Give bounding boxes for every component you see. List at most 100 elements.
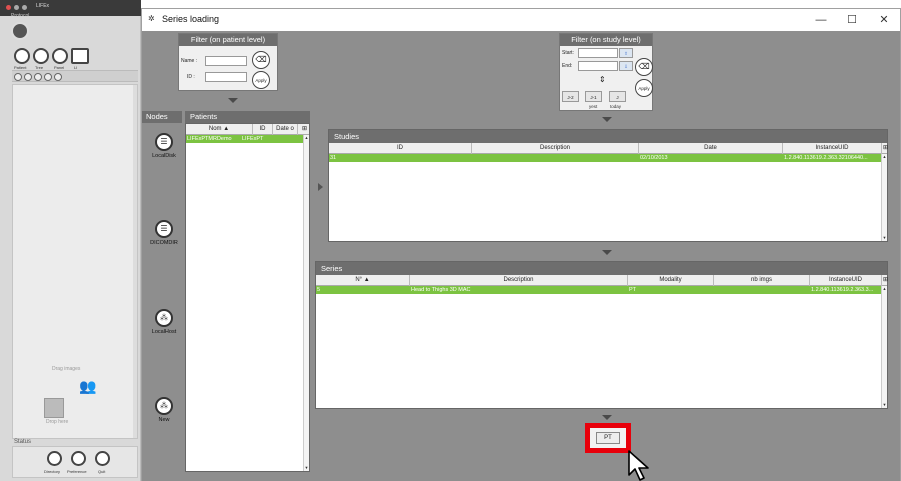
window-titlebar[interactable]: ✲ Series loading — ☐ ✕ xyxy=(142,9,900,31)
column-options-icon[interactable]: ⊞ xyxy=(298,124,311,135)
patient-date-cell xyxy=(273,135,298,143)
drop-target[interactable] xyxy=(44,398,64,418)
series-description-cell: Head to Thighs 3D MAC xyxy=(411,287,471,293)
eraser-study-button[interactable]: ⌫ xyxy=(635,58,653,76)
column-header-id[interactable]: ID xyxy=(253,124,273,135)
drag-images-label: Drag images xyxy=(52,366,81,372)
column-options-icon[interactable]: ⊞ xyxy=(882,275,889,286)
arrow-right-icon xyxy=(318,183,323,191)
patient-tool-icon[interactable] xyxy=(14,48,30,64)
patient-name-cell: LIFExPTMRDemo xyxy=(187,136,232,142)
node-label: LocalDisk xyxy=(152,153,176,159)
pt-modality-button[interactable]: PT xyxy=(596,432,620,444)
mini-tool-icon[interactable] xyxy=(44,73,52,81)
series-loading-window: ✲ Series loading — ☐ ✕ Filter (on patien… xyxy=(141,8,901,481)
arrow-down-icon xyxy=(228,98,238,103)
background-app: LIFEx Protocol Patient Tree Panel LI Dra… xyxy=(0,0,141,481)
study-date-cell: 02/10/2013 xyxy=(640,155,668,161)
start-spinner[interactable]: ⇧ xyxy=(619,48,633,58)
j-minus-2-button[interactable]: J-2 xyxy=(562,91,579,102)
mini-tool-icon[interactable] xyxy=(34,73,42,81)
preference-icon[interactable] xyxy=(71,451,86,466)
arrow-down-icon xyxy=(602,250,612,255)
maximize-dot-icon[interactable] xyxy=(22,5,27,10)
patients-header: Patients xyxy=(185,111,310,123)
column-header-modality[interactable]: Modality xyxy=(628,275,714,286)
mouse-cursor-icon xyxy=(628,450,649,481)
minimize-dot-icon[interactable] xyxy=(14,5,19,10)
bg-app-title: LIFEx xyxy=(36,3,50,9)
window-title: Series loading xyxy=(162,14,220,24)
column-header-nb-imgs[interactable]: nb imgs xyxy=(714,275,810,286)
scroll-up-icon[interactable]: ▲ xyxy=(882,154,887,160)
series-table-header: N° ▲ Description Modality nb imgs Instan… xyxy=(316,275,889,286)
start-date-input[interactable] xyxy=(578,48,618,58)
bg-scrollbar[interactable] xyxy=(133,85,137,438)
node-dicomdir[interactable]: ☰ DICOMDIR xyxy=(144,220,184,246)
name-label: Name : xyxy=(181,58,198,64)
patients-table-header: Nom ▲ ID Date o ⊞ xyxy=(186,124,309,135)
node-localhost[interactable]: ⁂ LocalHost xyxy=(144,309,184,335)
j-minus-1-button[interactable]: J-1 xyxy=(585,91,602,102)
directory-icon[interactable] xyxy=(47,451,62,466)
column-header-description[interactable]: Description xyxy=(472,143,639,154)
column-header-instanceuid[interactable]: InstanceUID xyxy=(783,143,882,154)
tree-tool-icon[interactable] xyxy=(33,48,49,64)
li-tool-icon[interactable] xyxy=(71,48,89,64)
mini-tool-icon[interactable] xyxy=(54,73,62,81)
nodes-header: Nodes xyxy=(142,111,182,123)
series-modality-cell: PT xyxy=(629,287,637,293)
apply-patient-button[interactable]: Apply xyxy=(252,71,270,89)
app-logo-icon xyxy=(11,22,29,40)
table-row[interactable]: 5 Head to Thighs 3D MAC PT 1.2.840.11361… xyxy=(316,286,882,294)
close-button[interactable]: ✕ xyxy=(869,12,899,28)
close-dot-icon[interactable] xyxy=(6,5,11,10)
study-instanceuid-cell: 1.2.840.113619.2.363.32106440... xyxy=(784,155,868,161)
column-header-id[interactable]: ID xyxy=(329,143,472,154)
eraser-icon: ⌫ xyxy=(255,55,267,64)
column-header-number[interactable]: N° ▲ xyxy=(316,275,410,286)
node-localdisk[interactable]: ☰ LocalDisk xyxy=(144,133,184,159)
table-row[interactable]: 31 02/10/2013 1.2.840.113619.2.363.32106… xyxy=(329,154,882,162)
arrow-down-icon xyxy=(602,415,612,420)
window-app-icon: ✲ xyxy=(148,14,155,23)
end-label: End: xyxy=(562,63,573,69)
column-header-date[interactable]: Date xyxy=(639,143,783,154)
end-spinner[interactable]: ⇩ xyxy=(619,61,633,71)
scroll-down-icon[interactable]: ▼ xyxy=(882,235,887,241)
maximize-button[interactable]: ☐ xyxy=(837,12,867,28)
scroll-down-icon[interactable]: ▼ xyxy=(304,465,309,471)
column-header-description[interactable]: Description xyxy=(410,275,628,286)
end-date-input[interactable] xyxy=(578,61,618,71)
studies-title: Studies xyxy=(329,130,887,143)
patients-scrollbar[interactable]: ▲ ▼ xyxy=(303,135,309,471)
id-input[interactable] xyxy=(205,72,247,82)
node-new[interactable]: ⁂ New xyxy=(144,397,184,423)
quit-icon[interactable] xyxy=(95,451,110,466)
series-nb-imgs-cell xyxy=(714,286,810,294)
studies-panel: Studies ID Description Date InstanceUID … xyxy=(328,129,888,242)
help-icon[interactable] xyxy=(14,73,22,81)
scroll-up-icon[interactable]: ▲ xyxy=(304,135,309,141)
column-header-nom[interactable]: Nom ▲ xyxy=(186,124,253,135)
column-options-icon[interactable]: ⊞ xyxy=(882,143,889,154)
database-icon: ☰ xyxy=(155,220,173,238)
studies-scrollbar[interactable]: ▲ ▼ xyxy=(881,154,887,241)
column-header-date[interactable]: Date o xyxy=(273,124,298,135)
series-scrollbar[interactable]: ▲ ▼ xyxy=(881,286,887,408)
eraser-button[interactable]: ⌫ xyxy=(252,51,270,69)
quit-label: Quit xyxy=(98,469,106,474)
bg-mini-toolbar xyxy=(12,70,138,82)
yesterday-label: yest xyxy=(589,104,598,109)
mini-tool-icon[interactable] xyxy=(24,73,32,81)
panel-tool-icon[interactable] xyxy=(52,48,68,64)
apply-study-button[interactable]: Apply xyxy=(635,79,653,97)
name-input[interactable] xyxy=(205,56,247,66)
minimize-button[interactable]: — xyxy=(806,12,836,28)
scroll-down-icon[interactable]: ▼ xyxy=(882,402,887,408)
status-label: Status xyxy=(14,439,32,445)
scroll-up-icon[interactable]: ▲ xyxy=(882,286,887,292)
j-button[interactable]: J xyxy=(609,91,626,102)
column-header-instanceuid[interactable]: InstanceUID xyxy=(810,275,882,286)
table-row[interactable]: LIFExPTMRDemo LIFExPT xyxy=(186,135,304,143)
